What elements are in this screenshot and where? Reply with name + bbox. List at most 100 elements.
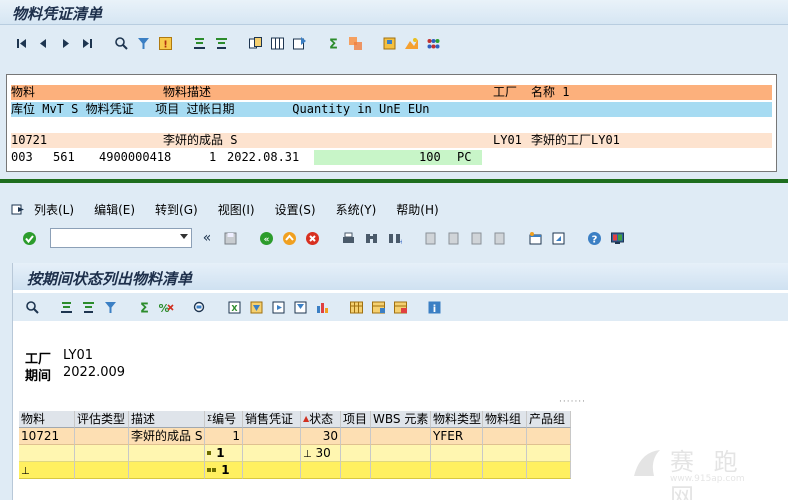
header-name: 名称 1 <box>531 85 570 99</box>
report-subtotal-icon[interactable]: % <box>157 298 175 316</box>
select-layout-icon[interactable] <box>268 34 286 52</box>
menu-exit-icon[interactable] <box>8 200 26 218</box>
report-print-preview-icon[interactable] <box>191 298 209 316</box>
cell-description: 李妍的成品 S <box>129 428 205 445</box>
report-change-layout-icon[interactable] <box>347 298 365 316</box>
create-shortcut-icon[interactable] <box>549 229 567 247</box>
menu-edit[interactable]: 编辑(E) <box>94 201 135 218</box>
menu-goto[interactable]: 转到(G) <box>155 201 198 218</box>
report-save-layout-icon[interactable] <box>391 298 409 316</box>
menu-bar: 列表(L) 编辑(E) 转到(G) 视图(I) 设置(S) 系统(Y) 帮助(H… <box>0 198 788 220</box>
splitter-handle[interactable]: ······· <box>559 397 586 407</box>
sort-descending-icon[interactable] <box>212 34 230 52</box>
next-page-icon[interactable] <box>56 34 74 52</box>
last-page-nav-icon[interactable] <box>490 229 508 247</box>
total-expand-icon[interactable]: ⊥ <box>21 466 30 477</box>
report-sort-descending-icon[interactable] <box>79 298 97 316</box>
col-material-type[interactable]: 物料类型 <box>431 411 483 428</box>
find-icon[interactable] <box>362 229 380 247</box>
row-movement-type: 561 <box>53 150 75 164</box>
find-next-icon[interactable]: + <box>385 229 403 247</box>
cell-division <box>527 428 571 445</box>
next-page-nav-icon[interactable] <box>467 229 485 247</box>
enter-check-icon[interactable] <box>20 229 38 247</box>
screen-divider <box>0 179 788 183</box>
col-number[interactable]: Σ编号 <box>205 411 243 428</box>
exit-icon[interactable] <box>280 229 298 247</box>
list-data-row-1[interactable]: 10721 李妍的成品 S LY01 李妍的工厂LY01 <box>11 133 772 148</box>
total-number: 1 <box>205 462 243 479</box>
list-data-row-2[interactable]: 003 561 4900000418 1 2022.08.31 100 PC <box>11 150 772 165</box>
first-page-nav-icon[interactable] <box>421 229 439 247</box>
report-sum-icon[interactable]: Σ <box>135 298 153 316</box>
col-division[interactable]: 产品组 <box>527 411 571 428</box>
col-sales-document[interactable]: 销售凭证 <box>243 411 301 428</box>
col-item[interactable]: 项目 <box>341 411 371 428</box>
report-details-icon[interactable] <box>23 298 41 316</box>
subtotal-row[interactable]: 1 ⊥ 30 <box>19 445 575 462</box>
abc-analysis-icon[interactable] <box>424 34 442 52</box>
sum-icon[interactable]: Σ <box>324 34 342 52</box>
cell-number: 1 <box>205 428 243 445</box>
filter-icon[interactable] <box>134 34 152 52</box>
header-row2-text: 库位 MvT S 物料凭证 项目 过帐日期 Quantity in UnE EU… <box>11 102 430 116</box>
col-status[interactable]: ▲状态 <box>301 411 341 428</box>
history-chevron-icon[interactable]: « <box>198 229 216 247</box>
report-export-excel-icon[interactable]: X <box>225 298 243 316</box>
row-unit: PC <box>457 150 472 164</box>
graphic-icon[interactable] <box>402 34 420 52</box>
export-icon[interactable] <box>380 34 398 52</box>
exception-icon[interactable]: ! <box>156 34 174 52</box>
watermark-logo-icon <box>634 450 660 476</box>
col-wbs-element[interactable]: WBS 元素 <box>371 411 431 428</box>
save-icon[interactable] <box>221 229 239 247</box>
col-valuation-type[interactable]: 评估类型 <box>75 411 129 428</box>
menu-view[interactable]: 视图(I) <box>218 201 255 218</box>
last-page-icon[interactable] <box>78 34 96 52</box>
svg-text:«: « <box>263 235 269 245</box>
report-sort-ascending-icon[interactable] <box>57 298 75 316</box>
watermark: 赛 跑 网 www.915ap.com <box>630 440 780 500</box>
total-row[interactable]: ⊥ 1 <box>19 462 575 479</box>
menu-settings[interactable]: 设置(S) <box>275 201 316 218</box>
report-graphic-icon[interactable] <box>313 298 331 316</box>
first-page-icon[interactable] <box>12 34 30 52</box>
period-label: 期间 <box>25 369 52 384</box>
report-select-layout-icon[interactable] <box>369 298 387 316</box>
menu-list[interactable]: 列表(L) <box>34 201 74 218</box>
subtotal-expand-icon[interactable]: ⊥ <box>303 449 312 460</box>
row-material-document: 4900000418 <box>99 150 172 164</box>
change-layout-icon[interactable] <box>246 34 264 52</box>
subtotal-number: 1 <box>205 445 243 462</box>
cancel-icon[interactable] <box>303 229 321 247</box>
cell-wbs-element <box>371 428 431 445</box>
previous-page-nav-icon[interactable] <box>444 229 462 247</box>
save-layout-icon[interactable] <box>290 34 308 52</box>
report-word-processing-icon[interactable] <box>247 298 265 316</box>
subtotal-icon[interactable] <box>346 34 364 52</box>
report-info-icon[interactable]: i <box>425 298 443 316</box>
report-local-file-icon[interactable] <box>269 298 287 316</box>
previous-page-icon[interactable] <box>34 34 52 52</box>
material-status-grid: 物料 评估类型 描述 Σ编号 销售凭证 ▲状态 项目 WBS 元素 物料类型 物… <box>19 411 575 479</box>
menu-system[interactable]: 系统(Y) <box>336 201 377 218</box>
print-icon[interactable] <box>339 229 357 247</box>
command-field[interactable] <box>50 228 192 248</box>
create-session-icon[interactable] <box>526 229 544 247</box>
back-icon[interactable]: « <box>257 229 275 247</box>
customize-layout-icon[interactable] <box>608 229 626 247</box>
report-filter-icon[interactable] <box>101 298 119 316</box>
col-material-group[interactable]: 物料组 <box>483 411 527 428</box>
command-dropdown-icon[interactable] <box>180 234 188 239</box>
sort-ascending-icon[interactable] <box>190 34 208 52</box>
col-description[interactable]: 描述 <box>129 411 205 428</box>
watermark-url: www.915ap.com <box>670 474 745 484</box>
menu-help[interactable]: 帮助(H) <box>396 201 438 218</box>
svg-text:i: i <box>432 304 435 315</box>
details-icon[interactable] <box>112 34 130 52</box>
col-material[interactable]: 物料 <box>19 411 75 428</box>
help-icon[interactable]: ? <box>585 229 603 247</box>
table-row[interactable]: 10721 李妍的成品 S 1 30 YFER <box>19 428 575 445</box>
report-abc-icon[interactable] <box>291 298 309 316</box>
col-number-label: 编号 <box>212 412 237 426</box>
